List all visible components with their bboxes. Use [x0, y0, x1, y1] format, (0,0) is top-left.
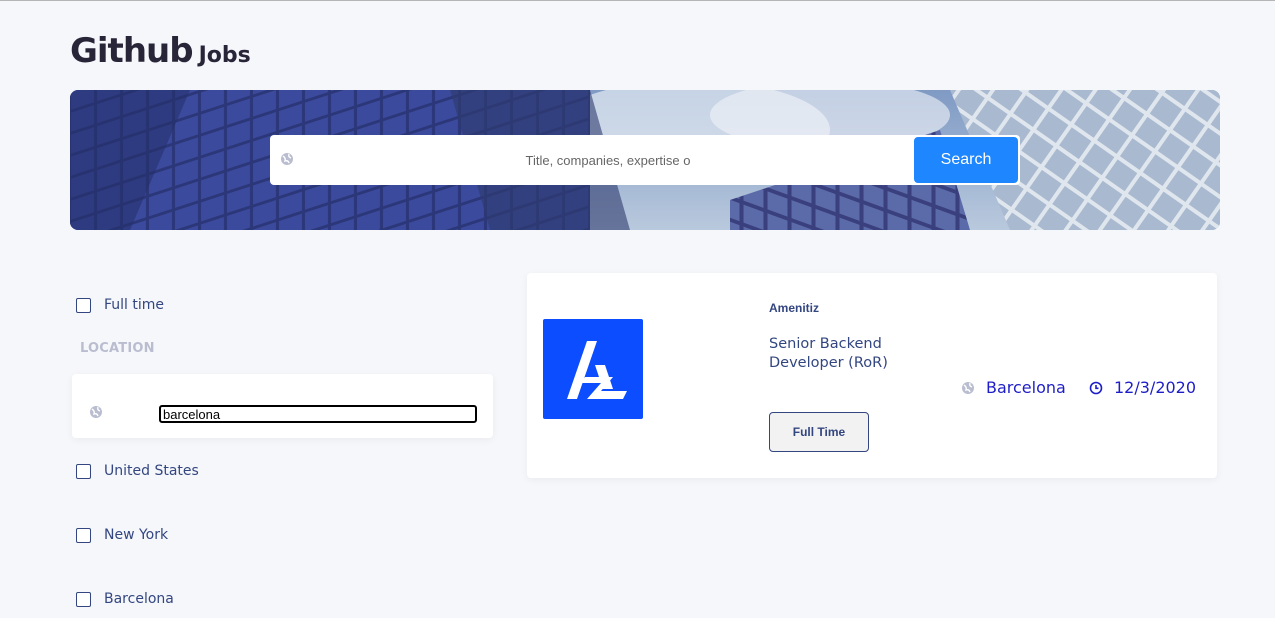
- full-time-checkbox[interactable]: [76, 297, 91, 313]
- search-input[interactable]: [310, 144, 906, 176]
- logo-sub-text: Jobs: [198, 43, 251, 68]
- location-option-label: Barcelona: [104, 591, 174, 607]
- location-option-new-york[interactable]: New York: [76, 525, 168, 545]
- location-section-title: LOCATION: [80, 341, 155, 356]
- hero-banner: Search: [70, 90, 1220, 230]
- globe-icon: [89, 404, 103, 423]
- location-search-box: [72, 374, 493, 438]
- job-title[interactable]: Senior Backend Developer (RoR): [769, 335, 939, 373]
- location-option-united-states[interactable]: United States: [76, 461, 199, 481]
- full-time-label: Full time: [104, 297, 165, 313]
- company-logo: [543, 319, 643, 419]
- job-card[interactable]: Amenitiz Senior Backend Developer (RoR) …: [527, 273, 1217, 478]
- job-location-text: Barcelona: [986, 378, 1066, 397]
- search-bar: Search: [270, 135, 1020, 185]
- location-option-label: United States: [104, 463, 199, 479]
- full-time-filter[interactable]: Full time: [76, 295, 164, 315]
- clock-icon: [1089, 381, 1103, 395]
- location-option-barcelona[interactable]: Barcelona: [76, 589, 174, 609]
- app-logo: Github Jobs: [70, 31, 251, 71]
- location-input[interactable]: [159, 405, 477, 423]
- job-location: Barcelona: [961, 378, 1066, 397]
- location-checkbox[interactable]: [76, 591, 91, 607]
- amenitiz-logo-icon: [567, 341, 627, 399]
- location-option-label: New York: [104, 527, 169, 543]
- search-button[interactable]: Search: [914, 137, 1018, 183]
- job-date-text: 12/3/2020: [1114, 378, 1197, 397]
- company-name: Amenitiz: [769, 301, 820, 315]
- globe-icon: [961, 381, 975, 395]
- location-checkbox[interactable]: [76, 463, 91, 479]
- location-checkbox[interactable]: [76, 527, 91, 543]
- job-type-badge: Full Time: [769, 412, 869, 452]
- job-posted-date: 12/3/2020: [1089, 378, 1196, 397]
- logo-main-text: Github: [70, 31, 194, 71]
